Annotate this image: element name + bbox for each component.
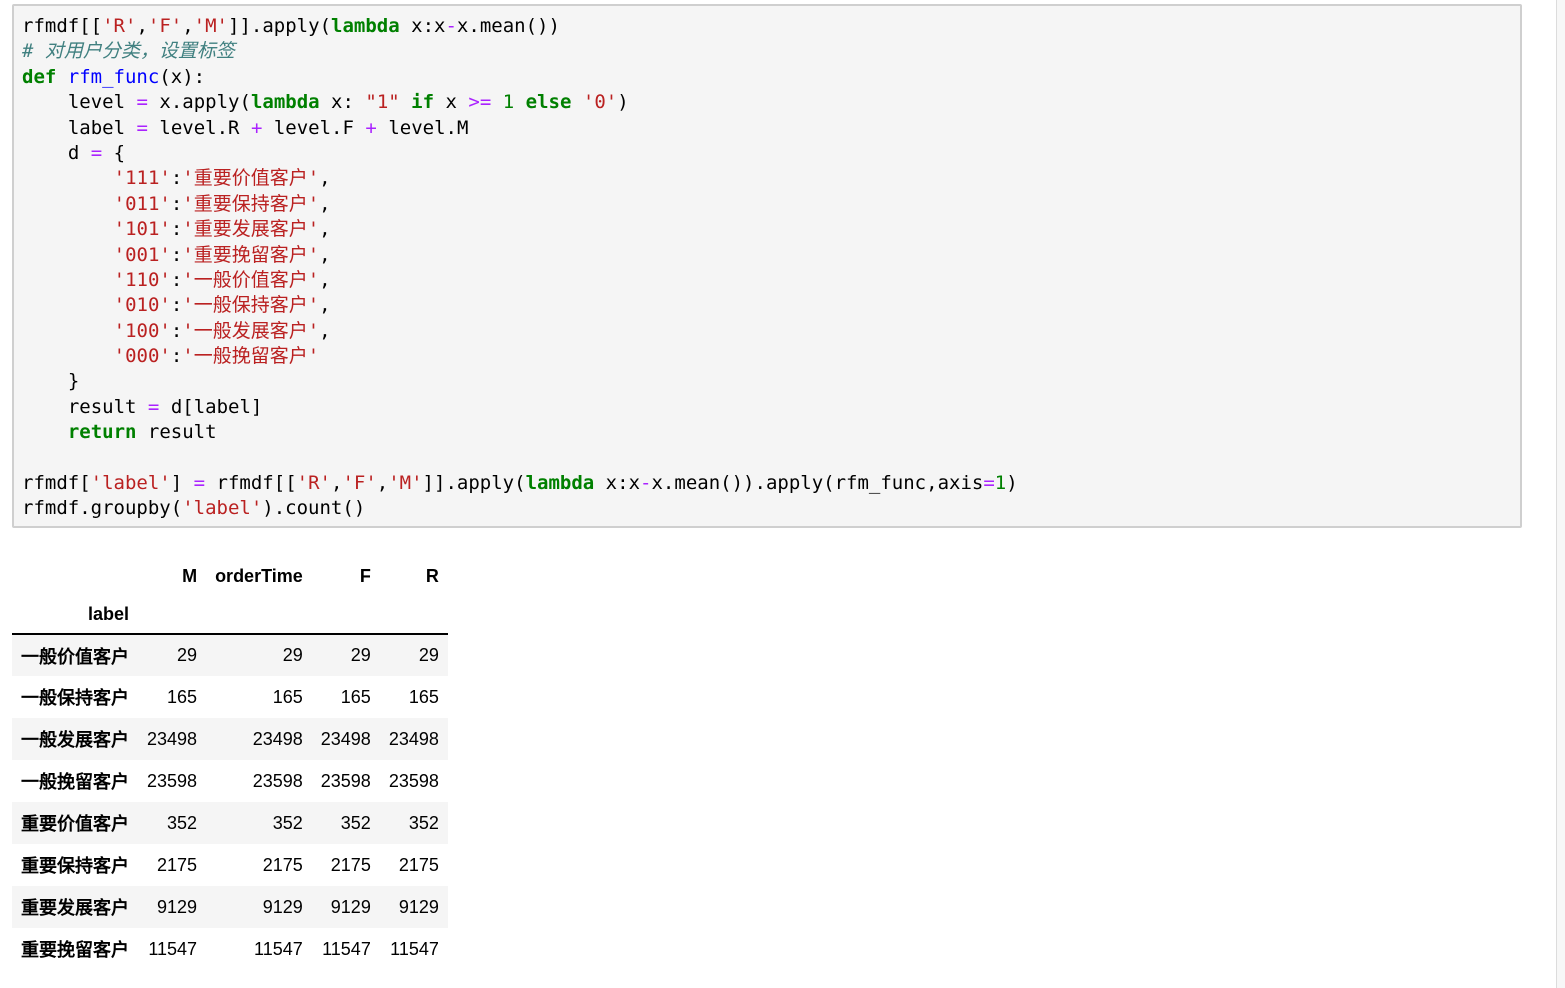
output-dataframe: M orderTime F R label 一般价值客户 29 29 29 29 一般保持… bbox=[12, 556, 448, 970]
code-line: label = level.R + level.F + level.M bbox=[67, 116, 469, 139]
table-row: 重要发展客户 9129 9129 9129 9129 bbox=[12, 886, 448, 928]
code-line: } bbox=[67, 370, 80, 393]
table-cell: 165 bbox=[272, 686, 303, 707]
code-line: rfmdf['label'] = rfmdf[['R','F','M']].ap… bbox=[22, 472, 1018, 495]
table-row: 一般发展客户 23498 23498 23498 23498 bbox=[12, 718, 448, 760]
table-cell: 2175 bbox=[398, 854, 439, 875]
code-line: '011':'重要保持客户', bbox=[113, 192, 331, 215]
row-index-label: 重要保持客户 bbox=[21, 856, 129, 876]
column-header: F bbox=[359, 565, 371, 586]
row-index-label: 一般价值客户 bbox=[21, 646, 129, 667]
column-header-row: M orderTime F R bbox=[12, 556, 448, 596]
vertical-scrollbar[interactable] bbox=[1556, 0, 1565, 988]
table-cell: 11547 bbox=[254, 938, 303, 959]
index-name-header: label bbox=[87, 604, 129, 624]
table-cell: 11547 bbox=[322, 938, 371, 959]
code-line: '001':'重要挽留客户', bbox=[113, 243, 331, 266]
table-cell: 352 bbox=[340, 812, 371, 833]
row-index-label: 重要挽留客户 bbox=[21, 940, 129, 960]
table-row: 重要挽留客户 11547 11547 11547 11547 bbox=[12, 928, 448, 970]
table-cell: 23598 bbox=[320, 770, 371, 791]
table-row: 重要保持客户 2175 2175 2175 2175 bbox=[12, 844, 448, 886]
table-cell: 9129 bbox=[398, 896, 439, 917]
code-line: rfmdf.groupby('label').count() bbox=[22, 497, 366, 520]
row-index-label: 重要发展客户 bbox=[21, 898, 129, 918]
table-cell: 2175 bbox=[262, 854, 303, 875]
row-index-label: 一般保持客户 bbox=[21, 688, 129, 708]
code-line: '111':'重要价值客户', bbox=[113, 167, 331, 190]
code-line: '101':'重要发展客户', bbox=[113, 218, 331, 241]
code-line: def rfm_func(x): bbox=[22, 65, 206, 88]
code-line: # 对用户分类，设置标签 bbox=[22, 40, 235, 63]
index-name-row: label bbox=[12, 596, 448, 634]
code-line: '010':'一般保持客户', bbox=[113, 294, 331, 317]
code-line: result = d[label] bbox=[67, 395, 263, 418]
table-cell: 11547 bbox=[390, 938, 439, 959]
table-cell: 23598 bbox=[252, 770, 303, 791]
table-cell: 23498 bbox=[320, 728, 371, 749]
column-header: M bbox=[182, 565, 198, 586]
table-cell: 23498 bbox=[388, 728, 439, 749]
table-row: 一般保持客户 165 165 165 165 bbox=[12, 676, 448, 718]
table-cell: 29 bbox=[177, 645, 198, 665]
code-line: d = { bbox=[67, 141, 126, 164]
code-line: level = x.apply(lambda x: "1" if x >= 1 … bbox=[67, 91, 629, 114]
column-header: R bbox=[425, 565, 439, 586]
code-line: rfmdf[['R','F','M']].apply(lambda x:x-x.… bbox=[22, 15, 560, 37]
table-cell: 9129 bbox=[262, 896, 303, 917]
code-editor[interactable]: rfmdf[['R','F','M']].apply(lambda x:x-x.… bbox=[22, 14, 1018, 522]
table-cell: 23498 bbox=[252, 728, 303, 749]
table-cell: 352 bbox=[272, 812, 303, 833]
corner-header bbox=[12, 556, 138, 596]
table-cell: 23498 bbox=[147, 728, 198, 749]
table-cell: 9129 bbox=[330, 896, 371, 917]
table-cell: 2175 bbox=[330, 854, 371, 875]
code-line: '110':'一般价值客户', bbox=[113, 268, 331, 291]
table-cell: 29 bbox=[418, 645, 439, 665]
table-cell: 9129 bbox=[157, 896, 198, 917]
row-index-label: 一般挽留客户 bbox=[21, 772, 129, 792]
code-line: '000':'一般挽留客户' bbox=[113, 345, 320, 368]
table-cell: 11547 bbox=[148, 938, 198, 959]
table-cell: 23598 bbox=[147, 770, 198, 791]
table-cell: 165 bbox=[340, 686, 371, 707]
code-cell[interactable]: rfmdf[['R','F','M']].apply(lambda x:x-x.… bbox=[12, 4, 1522, 528]
table-cell: 29 bbox=[350, 645, 371, 665]
table-row: 重要价值客户 352 352 352 352 bbox=[12, 802, 448, 844]
table-cell: 23598 bbox=[388, 770, 439, 791]
table-row: 一般挽留客户 23598 23598 23598 23598 bbox=[12, 760, 448, 802]
row-index-label: 重要价值客户 bbox=[21, 814, 129, 834]
table-cell: 165 bbox=[167, 686, 198, 707]
column-header: orderTime bbox=[215, 565, 303, 586]
table-cell: 29 bbox=[282, 645, 303, 665]
table-cell: 352 bbox=[408, 812, 439, 833]
table-cell: 2175 bbox=[157, 854, 198, 875]
table-row: 一般价值客户 29 29 29 29 bbox=[12, 634, 448, 676]
table-cell: 352 bbox=[167, 812, 198, 833]
code-line: return result bbox=[67, 421, 217, 444]
table-cell: 165 bbox=[408, 686, 439, 707]
code-line: '100':'一般发展客户', bbox=[113, 319, 331, 342]
row-index-label: 一般发展客户 bbox=[21, 730, 129, 750]
